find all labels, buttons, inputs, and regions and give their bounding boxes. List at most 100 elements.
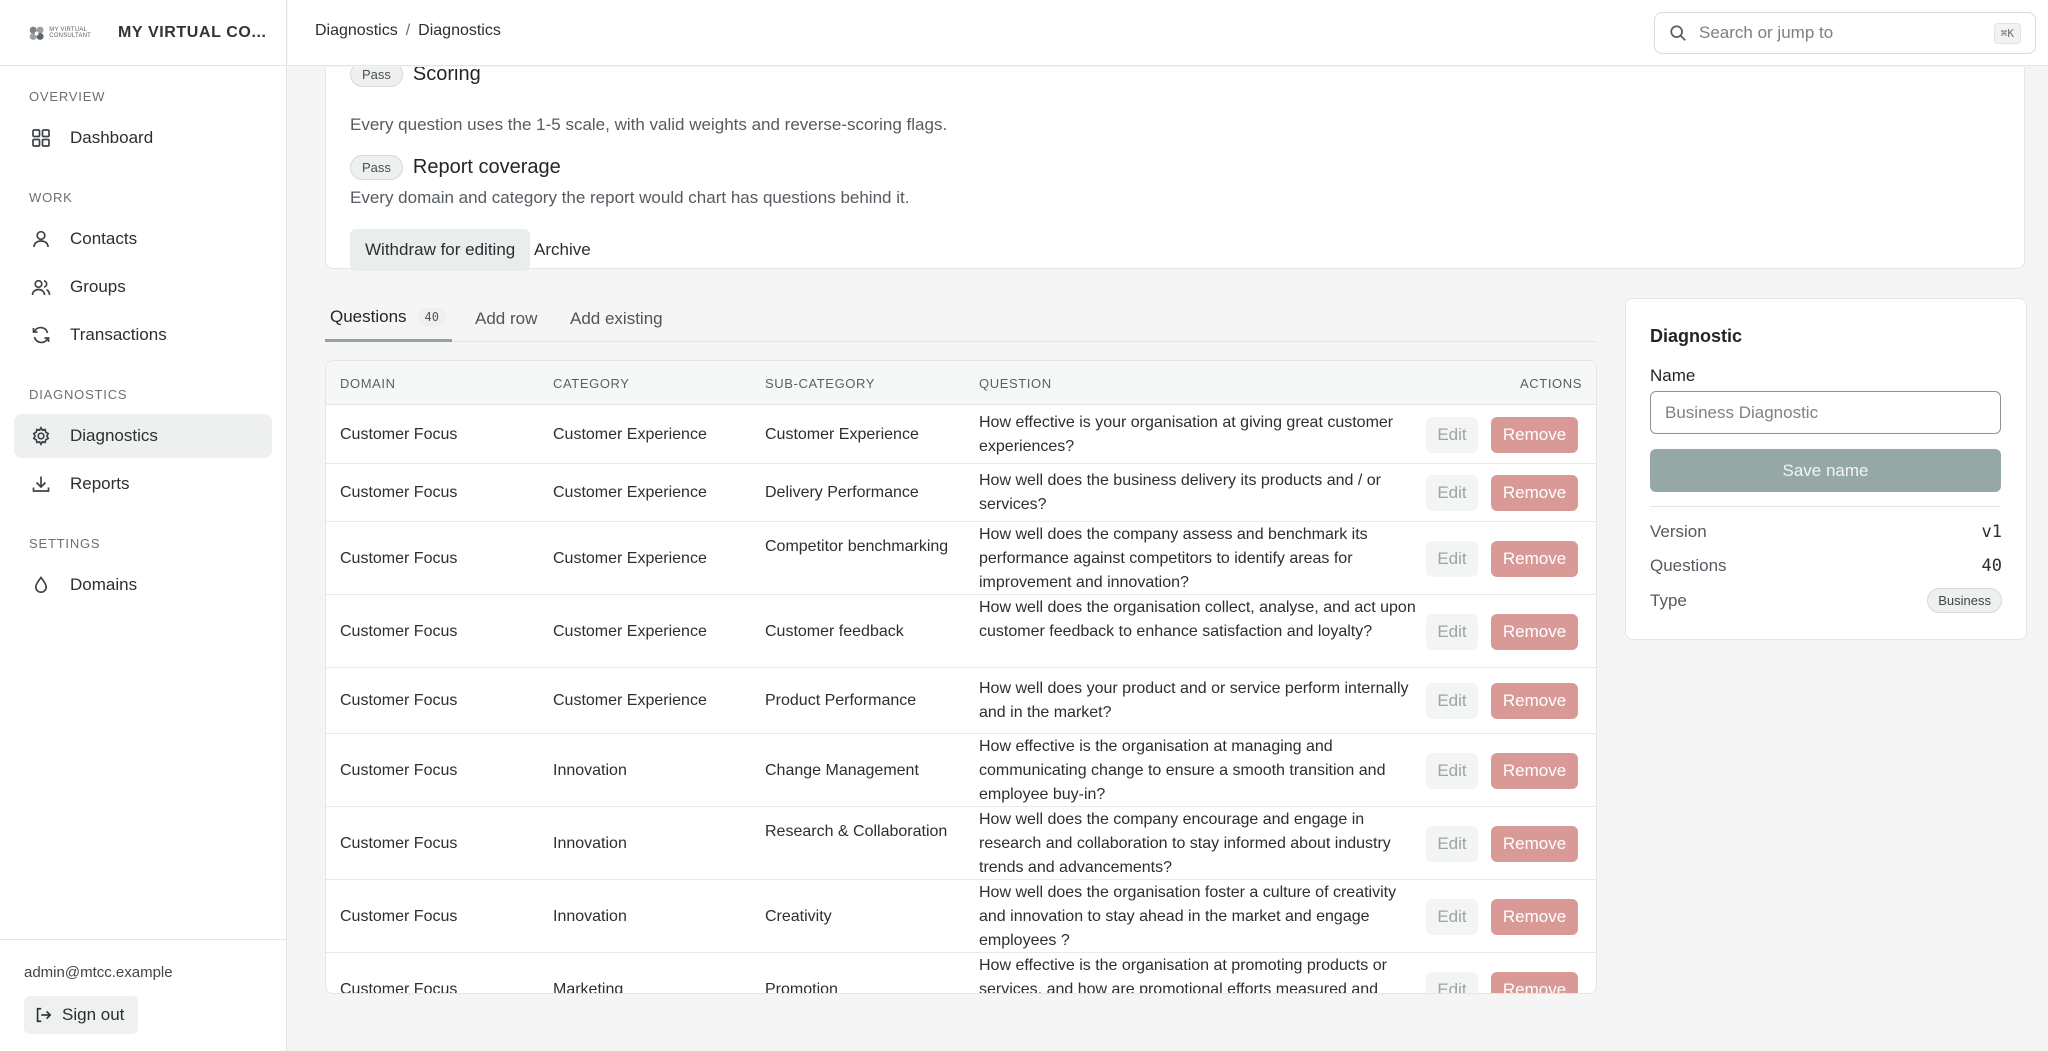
edit-button[interactable]: Edit xyxy=(1426,971,1478,993)
cell-question: How well does your product and or servic… xyxy=(979,680,1409,721)
cell-sub-category: Promotion xyxy=(765,980,838,994)
remove-button[interactable]: Remove xyxy=(1491,613,1578,650)
tabs: Questions 40 Add row Add existing xyxy=(325,295,1597,342)
cell-question: How well does the organisation collect, … xyxy=(979,598,1416,640)
column-header-question[interactable]: QUESTION xyxy=(979,376,1052,391)
sidebar-item-label: Diagnostics xyxy=(70,426,158,445)
cell-sub-category: Customer Experience xyxy=(765,426,919,443)
sidebar-item-dashboard[interactable]: Dashboard xyxy=(14,116,272,160)
breadcrumb-separator: / xyxy=(405,22,411,39)
sign-out-button[interactable]: Sign out xyxy=(24,996,139,1034)
archive-button[interactable]: Archive xyxy=(519,229,606,271)
table-row: Customer Focus Customer Experience Product… xyxy=(326,668,1596,734)
column-header-domain[interactable]: DOMAIN xyxy=(340,376,396,391)
cell-sub-category: Competitor benchmarking xyxy=(765,537,949,555)
cell-question: How effective is your organisation at gi… xyxy=(979,414,1394,455)
edit-button[interactable]: Edit xyxy=(1426,540,1478,577)
check-scoring: Pass Scoring xyxy=(350,67,481,87)
check-title: Report coverage xyxy=(412,156,561,178)
sidebar: MY VIRTUAL CONSULTANT MY VIRTUAL CO... O… xyxy=(0,0,287,1051)
refresh-icon xyxy=(30,324,52,346)
remove-button[interactable]: Remove xyxy=(1491,475,1578,511)
column-header-category[interactable]: CATEGORY xyxy=(553,376,630,391)
tab-add-row[interactable]: Add row xyxy=(475,295,537,342)
remove-button[interactable]: Remove xyxy=(1491,540,1578,577)
version-label: Version xyxy=(1650,522,1707,541)
download-icon xyxy=(30,473,52,495)
edit-button[interactable]: Edit xyxy=(1426,683,1478,719)
column-header-sub-category[interactable]: SUB-CATEGORY xyxy=(765,376,875,391)
sidebar-item-groups[interactable]: Groups xyxy=(14,265,272,309)
cell-question: How well does the business delivery its … xyxy=(979,472,1381,513)
sidebar-item-diagnostics[interactable]: Diagnostics xyxy=(14,414,272,458)
remove-button[interactable]: Remove xyxy=(1491,825,1578,862)
sidebar-item-label: Transactions xyxy=(70,325,167,344)
cell-sub-category: Creativity xyxy=(765,907,832,925)
check-description: Every domain and category the report wou… xyxy=(350,188,910,207)
breadcrumb-current: Diagnostics xyxy=(418,22,501,39)
save-name-button[interactable]: Save name xyxy=(1650,449,2001,492)
cell-question: How effective is the organisation at pro… xyxy=(979,956,1387,994)
sidebar-item-domains[interactable]: Domains xyxy=(14,563,272,607)
withdraw-for-editing-button[interactable]: Withdraw for editing xyxy=(350,229,531,271)
tab-questions[interactable]: Questions 40 xyxy=(325,295,452,342)
search-box[interactable]: ⌘K xyxy=(1654,12,2036,54)
panel-title: Diagnostic xyxy=(1650,326,1743,346)
cell-sub-category: Product Performance xyxy=(765,692,917,709)
cell-sub-category: Research & Collaboration xyxy=(765,822,948,840)
remove-button[interactable]: Remove xyxy=(1491,683,1578,719)
table-row: Customer Focus Customer Experience Custome… xyxy=(326,595,1596,668)
tab-label: Questions xyxy=(330,307,407,326)
sidebar-item-label: Dashboard xyxy=(70,128,154,147)
cell-sub-category: Change Management xyxy=(765,761,919,779)
table-row: Customer Focus Innovation Research & Colla… xyxy=(326,807,1596,880)
edit-button[interactable]: Edit xyxy=(1426,752,1478,789)
table-header: DOMAIN CATEGORY SUB-CATEGORY QUESTION AC… xyxy=(326,361,1596,405)
cell-domain: Customer Focus xyxy=(340,907,458,925)
name-label: Name xyxy=(1650,366,1696,385)
table-row: Customer Focus Customer Experience Competi… xyxy=(326,522,1596,595)
check-description: Every question uses the 1-5 scale, with … xyxy=(350,115,948,134)
remove-button[interactable]: Remove xyxy=(1491,971,1578,993)
sidebar-item-contacts[interactable]: Contacts xyxy=(14,217,272,261)
remove-button[interactable]: Remove xyxy=(1491,417,1578,453)
sidebar-item-reports[interactable]: Reports xyxy=(14,462,272,506)
topbar: Diagnostics / Diagnostics ⌘K xyxy=(288,0,2048,66)
name-field[interactable] xyxy=(1650,391,2001,434)
app: MY VIRTUAL CONSULTANT MY VIRTUAL CO... O… xyxy=(0,0,2048,1051)
breadcrumb-link-diagnostics[interactable]: Diagnostics xyxy=(315,22,398,40)
nav-section-settings: SETTINGS xyxy=(29,536,101,551)
cell-category: Customer Experience xyxy=(553,426,707,443)
cell-domain: Customer Focus xyxy=(340,980,458,994)
search-icon xyxy=(1670,25,1686,41)
sign-out-label: Sign out xyxy=(62,1005,125,1024)
questions-table: DOMAIN CATEGORY SUB-CATEGORY QUESTION AC… xyxy=(325,360,1597,994)
cell-category: Customer Experience xyxy=(553,622,707,640)
nav-section-diagnostics: DIAGNOSTICS xyxy=(29,387,128,402)
remove-button[interactable]: Remove xyxy=(1491,898,1578,935)
cell-category: Marketing xyxy=(553,980,624,994)
edit-button[interactable]: Edit xyxy=(1426,898,1478,935)
check-title: Scoring xyxy=(412,67,481,85)
table-row: Customer Focus Customer Experience Custome… xyxy=(326,406,1596,464)
edit-button[interactable]: Edit xyxy=(1426,613,1478,650)
check-report-coverage: Pass Report coverage xyxy=(350,155,561,180)
cell-domain: Customer Focus xyxy=(340,426,458,443)
validation-checks-card: Pass Scoring Every question uses the 1-5… xyxy=(325,67,2025,271)
search-input[interactable] xyxy=(1699,23,1979,43)
cell-category: Innovation xyxy=(553,761,627,779)
brand-logo-text: MY VIRTUAL CONSULTANT xyxy=(49,26,92,39)
sidebar-item-transactions[interactable]: Transactions xyxy=(14,313,272,357)
cell-category: Customer Experience xyxy=(553,484,707,501)
edit-button[interactable]: Edit xyxy=(1426,417,1478,453)
cell-question: How well does the company encourage and … xyxy=(979,810,1391,876)
brand[interactable]: MY VIRTUAL CONSULTANT MY VIRTUAL CO... xyxy=(0,0,286,66)
status-badge: Pass xyxy=(350,67,403,87)
version-value: v1 xyxy=(1981,522,2002,542)
cell-question: How effective is the organisation at man… xyxy=(979,737,1386,803)
remove-button[interactable]: Remove xyxy=(1491,752,1578,789)
tab-add-existing[interactable]: Add existing xyxy=(570,295,663,342)
edit-button[interactable]: Edit xyxy=(1426,475,1478,511)
edit-button[interactable]: Edit xyxy=(1426,825,1478,862)
grid-icon xyxy=(30,127,52,149)
